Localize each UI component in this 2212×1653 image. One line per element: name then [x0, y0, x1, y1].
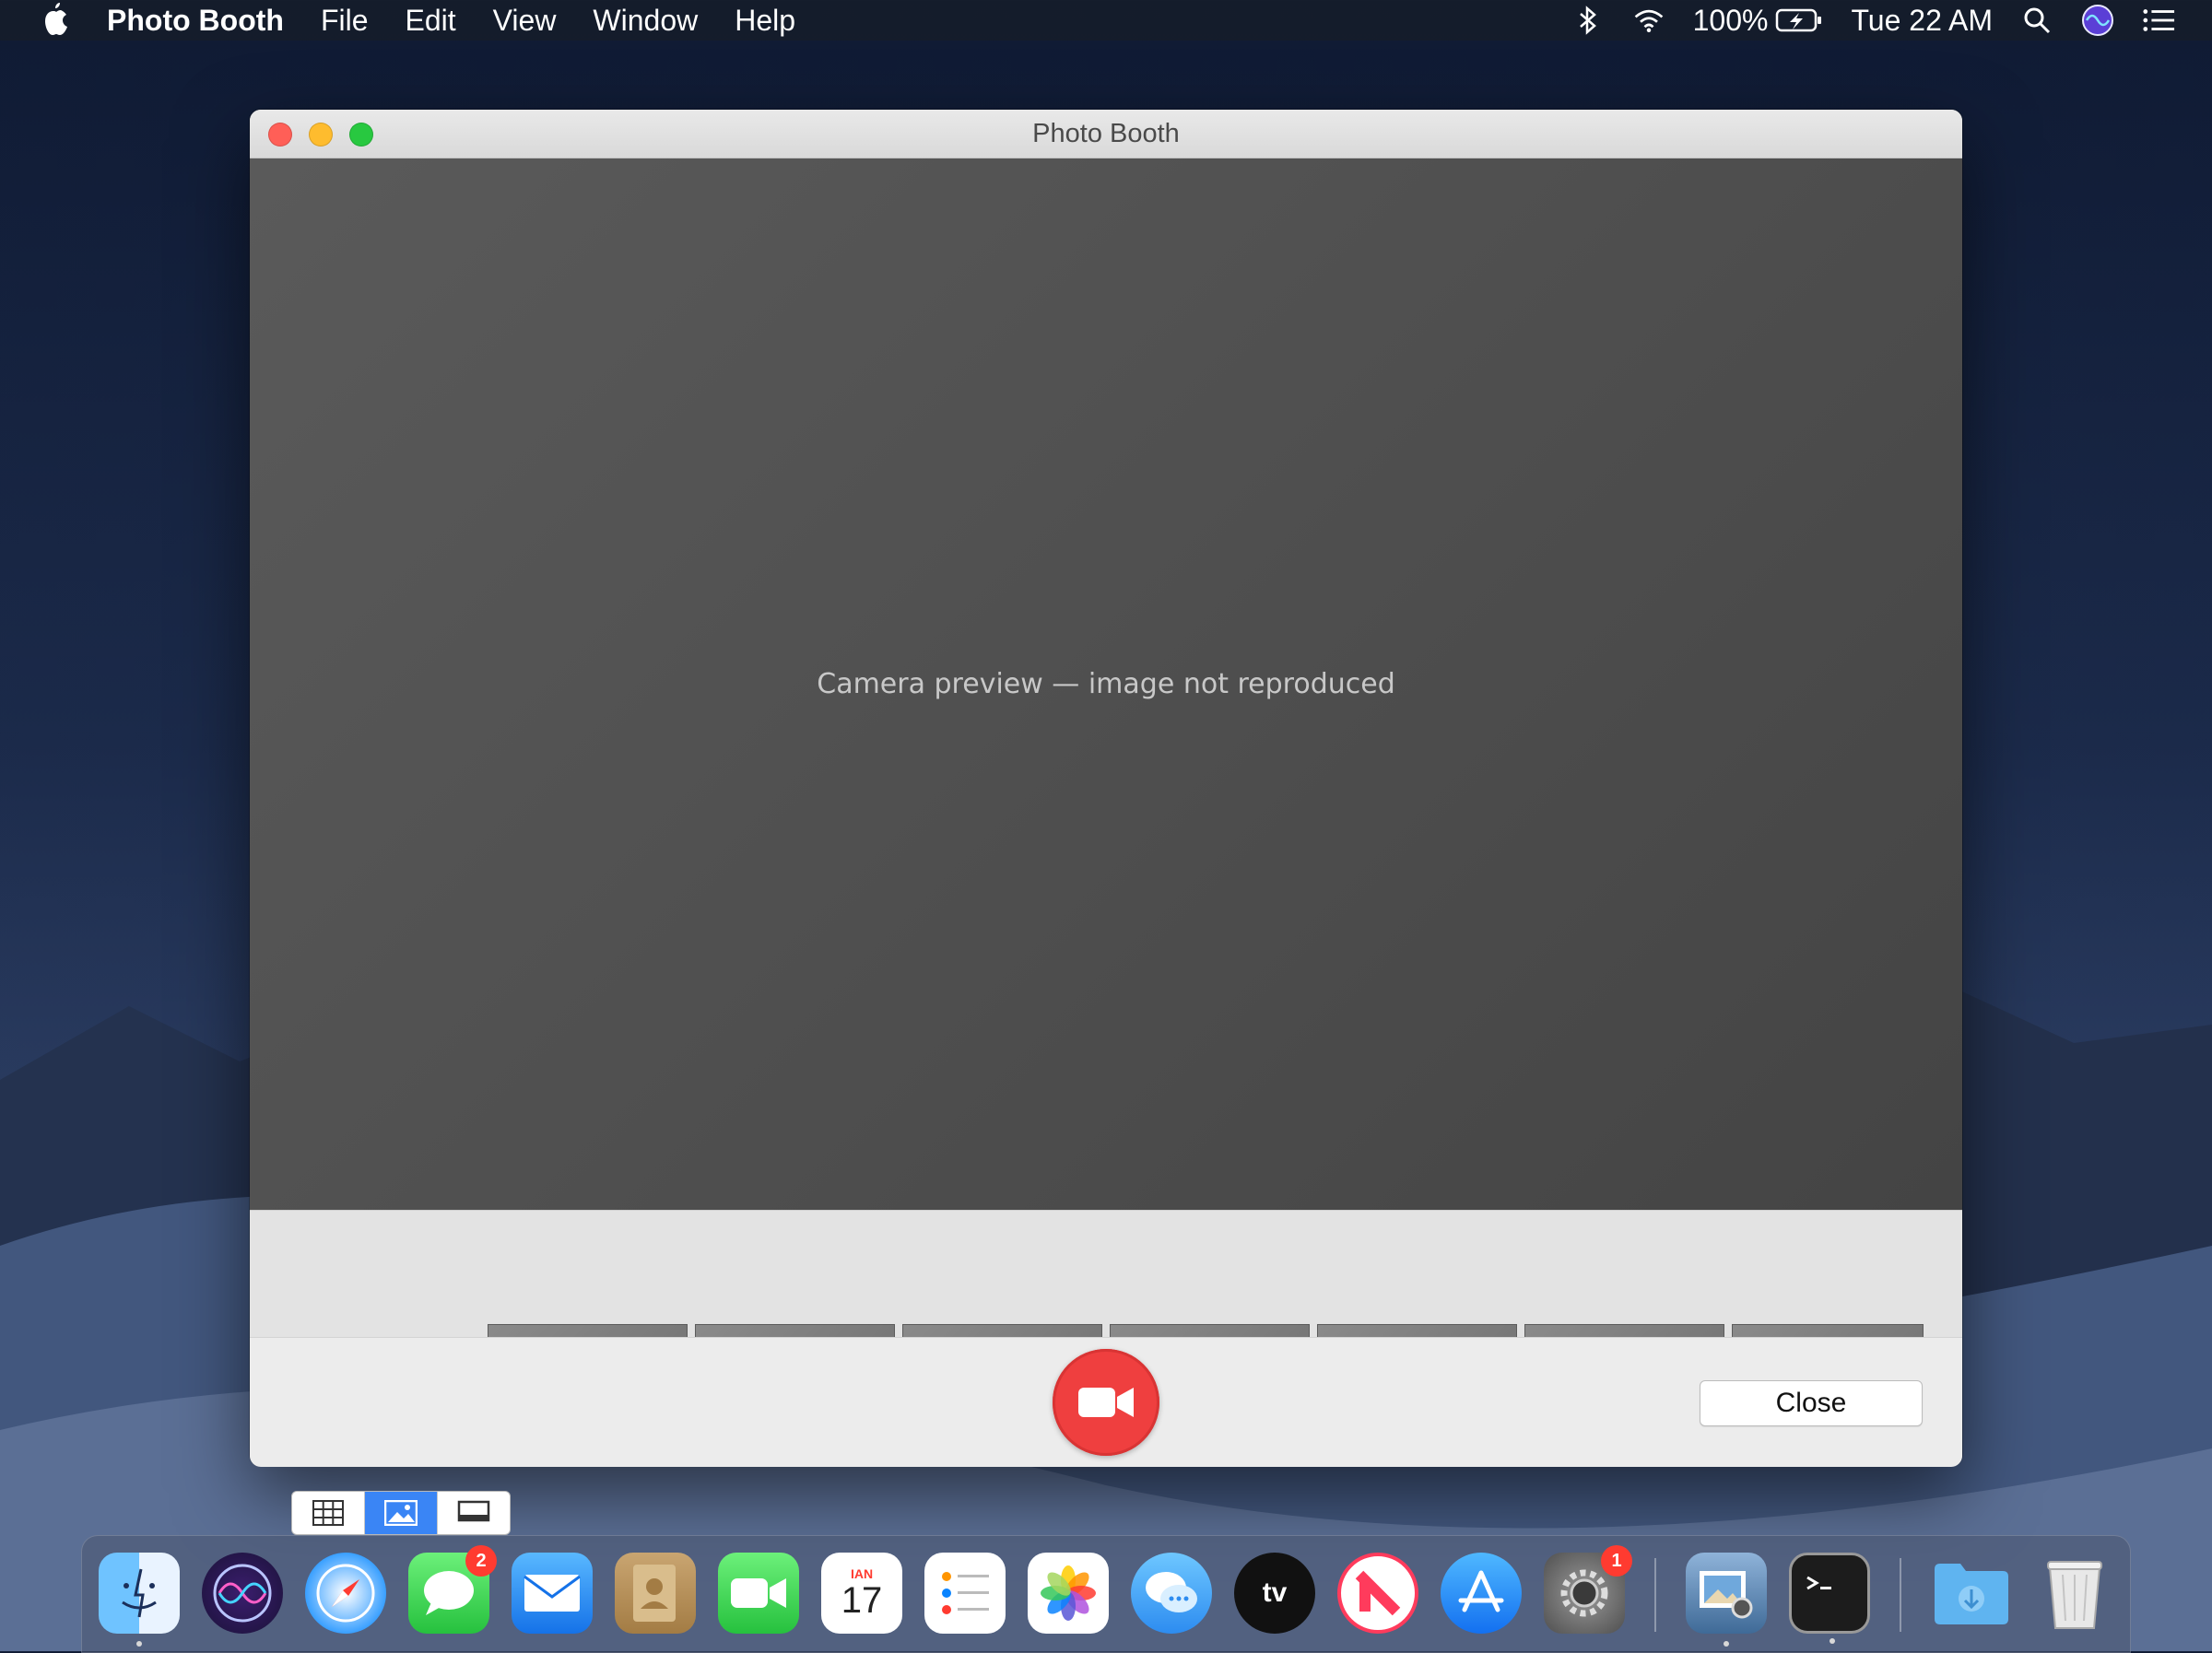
contacts-book-icon	[633, 1565, 676, 1622]
dock-messages-alt[interactable]	[1131, 1553, 1212, 1634]
preview-photo-stack-icon	[1700, 1571, 1753, 1619]
dock-terminal[interactable]	[1789, 1553, 1870, 1644]
dock-trash[interactable]	[2034, 1553, 2115, 1634]
finder-icon	[122, 1568, 157, 1618]
dock-finder[interactable]	[99, 1553, 180, 1647]
dock-mail[interactable]	[512, 1553, 593, 1634]
safari-compass-icon	[316, 1564, 375, 1623]
preview-placeholder-note: Camera preview — image not reproduced	[817, 668, 1395, 700]
facetime-camera-icon	[731, 1578, 786, 1608]
chat-bubbles-icon	[1146, 1572, 1197, 1612]
siri-icon[interactable]	[2081, 4, 2114, 37]
dock-calendar[interactable]: ΙΑΝ 17	[821, 1553, 902, 1634]
filmstrip-view-button[interactable]	[438, 1492, 510, 1534]
siri-app-icon	[213, 1564, 272, 1623]
dock-preview[interactable]	[1686, 1553, 1767, 1647]
camera-preview: Camera preview — image not reproduced	[250, 158, 1962, 1210]
record-video-button[interactable]	[1053, 1349, 1159, 1456]
menu-app-name[interactable]: Photo Booth	[107, 4, 284, 38]
window-titlebar[interactable]: Photo Booth	[250, 110, 1962, 158]
downloads-folder-icon	[1935, 1564, 2008, 1624]
running-indicator	[1830, 1638, 1835, 1644]
messages-badge: 2	[465, 1545, 497, 1577]
menu-view[interactable]: View	[493, 4, 557, 38]
apple-menu-icon[interactable]	[41, 3, 70, 38]
mail-envelope-icon	[524, 1575, 581, 1612]
notification-center-icon[interactable]	[2142, 4, 2175, 37]
menu-file[interactable]: File	[321, 4, 369, 38]
messages-bubble-icon	[424, 1571, 474, 1615]
calendar-day: 17	[841, 1580, 883, 1621]
battery-percent: 100%	[1692, 3, 1769, 37]
calendar-month: ΙΑΝ	[850, 1566, 874, 1581]
app-store-icon	[1458, 1570, 1504, 1612]
filmstrip-view-icon	[457, 1500, 490, 1522]
apple-tv-label: tv	[1262, 1577, 1288, 1608]
view-mode-control	[291, 1491, 511, 1535]
battery-status[interactable]: 100%	[1693, 4, 1824, 38]
bluetooth-icon[interactable]	[1571, 4, 1605, 37]
grid-view-icon	[312, 1500, 344, 1526]
dock: 2 ΙΑΝ 17 tv 1	[81, 1535, 2131, 1653]
single-photo-view-icon	[384, 1500, 418, 1526]
dock-downloads-folder[interactable]	[1931, 1553, 2012, 1634]
window-minimize-icon[interactable]	[309, 123, 333, 147]
video-camera-icon	[1078, 1388, 1134, 1417]
wifi-icon[interactable]	[1632, 4, 1665, 37]
news-icon	[1355, 1570, 1401, 1616]
dock-siri[interactable]	[202, 1553, 283, 1634]
menu-bar: Photo Booth File Edit View Window Help 1…	[0, 0, 2212, 41]
menu-edit[interactable]: Edit	[406, 4, 456, 38]
dock-facetime[interactable]	[718, 1553, 799, 1634]
running-indicator	[1724, 1641, 1729, 1647]
reminders-list-icon	[942, 1572, 989, 1614]
dock-news[interactable]	[1337, 1553, 1418, 1634]
dock-app-store[interactable]	[1441, 1553, 1522, 1634]
running-indicator	[136, 1641, 142, 1647]
photos-flower-icon	[1041, 1565, 1096, 1621]
photo-booth-window: Photo Booth Camera preview — image not r…	[250, 110, 1962, 1466]
dock-system-preferences[interactable]: 1	[1544, 1545, 1632, 1634]
window-title: Photo Booth	[1032, 118, 1180, 148]
window-close-icon[interactable]	[268, 123, 292, 147]
dock-safari[interactable]	[305, 1553, 386, 1634]
dock-reminders[interactable]	[924, 1553, 1006, 1634]
spotlight-search-icon[interactable]	[2020, 4, 2053, 37]
dock-contacts[interactable]	[615, 1553, 696, 1634]
dock-separator	[1900, 1558, 1901, 1632]
close-button[interactable]: Close	[1700, 1380, 1923, 1426]
menu-window[interactable]: Window	[593, 4, 698, 38]
battery-charging-icon	[1776, 8, 1822, 32]
trash-can-icon	[2047, 1561, 2102, 1629]
terminal-prompt-icon	[1806, 1576, 1831, 1590]
dock-messages[interactable]: 2	[408, 1545, 497, 1634]
single-photo-view-button[interactable]	[365, 1492, 438, 1534]
dock-apple-tv[interactable]: tv	[1234, 1553, 1315, 1634]
grid-view-button[interactable]	[292, 1492, 365, 1534]
dock-separator	[1654, 1558, 1656, 1632]
system-preferences-badge: 1	[1601, 1545, 1632, 1577]
menu-clock[interactable]: Tue 22 AM	[1851, 4, 1993, 38]
window-fullscreen-icon[interactable]	[349, 123, 373, 147]
dock-photos[interactable]	[1028, 1553, 1109, 1634]
menu-help[interactable]: Help	[735, 4, 795, 38]
